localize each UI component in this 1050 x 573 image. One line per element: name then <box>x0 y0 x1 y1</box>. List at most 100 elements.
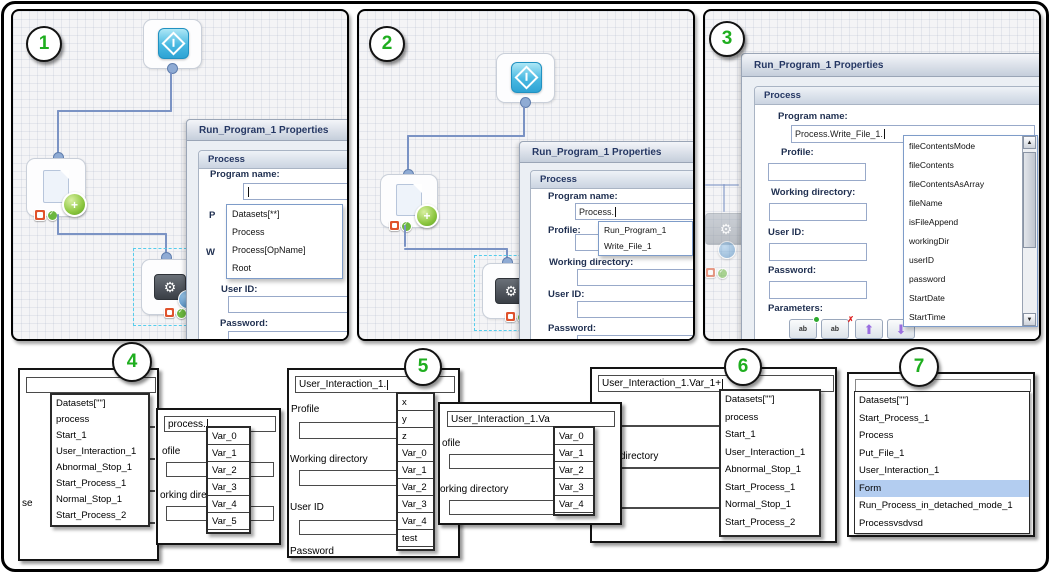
suggestion-item[interactable]: StartDate <box>904 288 1023 307</box>
user-id-input[interactable] <box>577 301 693 318</box>
suggestion-item[interactable]: Var_2 <box>398 479 433 496</box>
suggestion-item[interactable]: Var_4 <box>208 496 249 513</box>
suggestion-item[interactable]: Start_Process_2 <box>52 507 148 523</box>
suggestion-item[interactable]: Process <box>227 223 342 241</box>
suggestion-item[interactable]: Var_1 <box>555 445 593 462</box>
scroll-down-icon[interactable]: ▼ <box>1023 313 1036 326</box>
suggestion-item[interactable]: Normal_Stop_1 <box>721 496 819 514</box>
working-directory-label: Working directory: <box>549 257 634 268</box>
profile-input[interactable] <box>299 422 402 439</box>
suggestion-item[interactable]: Start_Process_1 <box>721 479 819 497</box>
program-name-label: Program name: <box>548 191 618 202</box>
delete-parameter-button[interactable]: ab ✗ <box>821 315 854 339</box>
suggestion-item[interactable]: fileContents <box>904 155 1023 174</box>
suggestion-item[interactable]: Datasets[**] <box>227 205 342 223</box>
suggestion-item[interactable]: z <box>398 428 433 445</box>
suggestion-item[interactable]: x <box>398 394 433 411</box>
section-header: Process <box>199 151 347 169</box>
scrollbar-thumb[interactable] <box>1023 152 1036 248</box>
suggestion-item[interactable]: Processvsdvsd <box>855 515 1029 533</box>
step-number: 7 <box>913 356 925 377</box>
suggestion-item[interactable]: fileName <box>904 193 1023 212</box>
suggestion-item[interactable]: Normal_Stop_1 <box>52 491 148 507</box>
suggestion-item[interactable]: User_Interaction_1 <box>855 462 1029 480</box>
suggestion-item[interactable]: userID <box>904 250 1023 269</box>
password-input[interactable] <box>769 281 867 299</box>
suggestion-item[interactable]: Abnormal_Stop_1 <box>721 461 819 479</box>
program-name-input[interactable]: User_Interaction_1.Va <box>447 411 615 427</box>
working-directory-input[interactable] <box>449 500 569 515</box>
suggestion-item[interactable]: Process <box>855 427 1029 445</box>
suggestion-item[interactable]: StartTime <box>904 307 1023 326</box>
suggestion-item[interactable]: Run_Process_in_detached_mode_1 <box>855 497 1029 515</box>
suggestion-item[interactable]: fileContentsAsArray <box>904 174 1023 193</box>
text-cursor <box>883 129 885 139</box>
suggestion-item[interactable]: Var_0 <box>208 428 249 445</box>
suggestion-item[interactable]: Var_0 <box>555 428 593 445</box>
suggestion-item[interactable]: Write_File_1 <box>599 238 692 254</box>
suggestion-item[interactable]: Datasets[""] <box>52 395 148 411</box>
program-name-input[interactable]: Process. <box>575 203 693 220</box>
profile-label-fragment: P <box>209 210 216 221</box>
scroll-up-icon[interactable]: ▲ <box>1023 136 1036 149</box>
working-directory-input[interactable] <box>299 470 400 486</box>
suggestion-item[interactable]: Var_4 <box>398 513 433 530</box>
user-id-input[interactable] <box>228 296 347 313</box>
suggestion-item[interactable]: Root <box>227 259 342 277</box>
program-name-input[interactable] <box>243 183 347 200</box>
suggestion-item[interactable]: Start_Process_1 <box>52 475 148 491</box>
suggestion-item[interactable]: Var_2 <box>555 462 593 479</box>
step-7-dialog-crop: Datasets[""] Start_Process_1 Process Put_Fi… <box>847 372 1035 537</box>
add-parameter-icon: ab <box>798 325 808 333</box>
start-activity-node[interactable] <box>496 53 555 103</box>
suggestion-item[interactable]: Var_0 <box>398 445 433 462</box>
add-parameter-button[interactable]: ab <box>789 316 820 339</box>
suggestion-item[interactable]: Var_1 <box>208 445 249 462</box>
suggestion-item[interactable]: fileContentsMode <box>904 136 1023 155</box>
suggestion-item[interactable]: Var_3 <box>208 479 249 496</box>
suggestion-item[interactable]: isFileAppend <box>904 212 1023 231</box>
suggestion-item[interactable]: Var_2 <box>208 462 249 479</box>
properties-panel: Run_Program_1 Properties Process Program… <box>519 141 693 339</box>
suggestion-item[interactable]: y <box>398 411 433 428</box>
suggestion-item[interactable]: process <box>721 409 819 427</box>
password-input[interactable] <box>228 331 347 339</box>
suggestion-item[interactable]: Var_3 <box>398 496 433 513</box>
suggestion-item[interactable]: Var_4 <box>555 496 593 513</box>
add-plus-icon[interactable]: + <box>415 204 439 228</box>
working-directory-input[interactable] <box>577 269 693 286</box>
add-plus-icon[interactable]: + <box>62 192 87 217</box>
suggestion-item[interactable]: Start_Process_1 <box>855 410 1029 428</box>
step-number: 2 <box>381 33 393 54</box>
suggestion-item[interactable]: process <box>52 411 148 427</box>
suggestion-item[interactable]: Abnormal_Stop_1 <box>52 459 148 475</box>
scrollbar[interactable]: ▲ ▼ <box>1022 136 1037 326</box>
user-id-input[interactable] <box>299 520 402 535</box>
suggestion-item[interactable]: Datasets[""] <box>855 392 1029 410</box>
suggestion-item[interactable]: workingDir <box>904 231 1023 250</box>
suggestion-item[interactable]: Var_1 <box>398 462 433 479</box>
suggestion-item[interactable]: Start_1 <box>721 426 819 444</box>
step-number: 3 <box>721 28 733 49</box>
suggestion-item[interactable]: password <box>904 269 1023 288</box>
suggestion-item[interactable]: Var_3 <box>555 479 593 496</box>
suggestion-item[interactable]: User_Interaction_1 <box>721 444 819 462</box>
suggestion-item[interactable]: Var_5 <box>208 513 249 530</box>
start-activity-node[interactable] <box>143 19 202 69</box>
suggestion-item[interactable]: User_Interaction_1 <box>52 443 148 459</box>
suggestion-item[interactable]: Start_Process_2 <box>721 514 819 532</box>
suggestion-item[interactable]: Datasets[""] <box>721 391 819 409</box>
suggestion-item[interactable]: Run_Program_1 <box>599 222 692 238</box>
password-input[interactable] <box>577 335 693 339</box>
user-id-input[interactable] <box>769 243 867 261</box>
step-number: 5 <box>417 356 429 377</box>
suggestion-item[interactable]: Start_1 <box>52 427 148 443</box>
suggestion-item[interactable]: Put_File_1 <box>855 445 1029 463</box>
suggestion-item[interactable]: test <box>398 530 433 547</box>
profile-input[interactable] <box>768 163 866 181</box>
profile-input[interactable] <box>449 454 567 469</box>
suggestion-item[interactable]: Form <box>855 479 1029 497</box>
working-directory-input[interactable] <box>769 203 867 221</box>
suggestion-item[interactable]: Process[OpName] <box>227 241 342 259</box>
move-up-button[interactable]: ⬆ <box>855 319 883 339</box>
